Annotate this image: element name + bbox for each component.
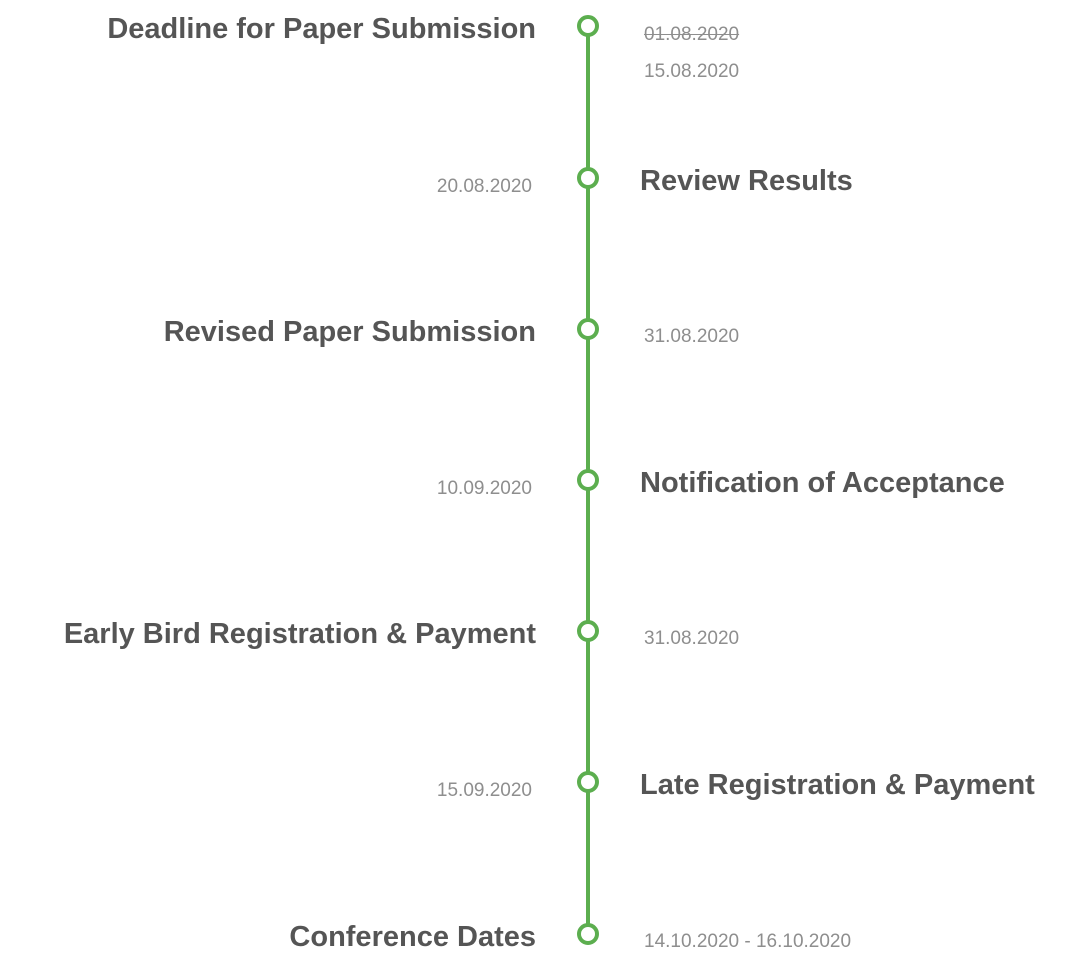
event-date: 10.09.2020	[436, 478, 532, 499]
timeline-node-icon	[577, 620, 599, 642]
timeline-node-icon	[577, 15, 599, 37]
timeline-node-icon	[577, 318, 599, 340]
event-date: 20.08.2020	[436, 176, 532, 197]
event-title-late-registration: Late Registration & Payment	[640, 769, 1035, 801]
timeline-node-icon	[577, 167, 599, 189]
event-date: 15.08.2020	[644, 61, 740, 82]
event-old-date: 01.08.2020	[644, 24, 740, 45]
event-title-notification: Notification of Acceptance	[640, 467, 1005, 499]
timeline-node-icon	[577, 469, 599, 491]
event-title-review-results: Review Results	[640, 165, 853, 197]
timeline-node-icon	[577, 923, 599, 945]
event-date: 14.10.2020 - 16.10.2020	[644, 931, 852, 952]
event-title-paper-deadline: Deadline for Paper Submission	[107, 13, 536, 45]
timeline-node-icon	[577, 771, 599, 793]
event-title-conference-dates: Conference Dates	[289, 921, 536, 953]
event-title-revised-submission: Revised Paper Submission	[163, 316, 536, 348]
event-date: 31.08.2020	[644, 628, 740, 649]
event-date: 31.08.2020	[644, 326, 740, 347]
timeline: Deadline for Paper Submission 01.08.2020…	[0, 0, 1086, 953]
event-date: 15.09.2020	[436, 780, 532, 801]
event-title-early-bird: Early Bird Registration & Payment	[63, 618, 536, 650]
